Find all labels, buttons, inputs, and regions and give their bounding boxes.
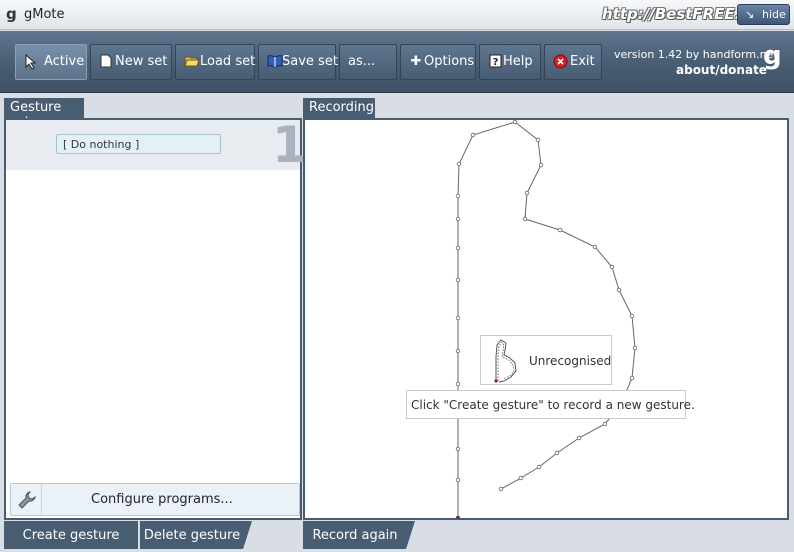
stroke-start-point — [455, 515, 461, 518]
hide-button[interactable]: ↘ hide — [737, 4, 790, 25]
new-document-icon — [99, 54, 113, 70]
load-set-button[interactable]: Load set — [175, 44, 255, 80]
exit-label: Exit — [570, 54, 595, 69]
open-folder-icon — [184, 54, 200, 70]
active-button[interactable]: Active — [15, 44, 87, 80]
gesture-canvas — [455, 120, 638, 518]
gesture-number: 1 — [272, 116, 307, 174]
version-text: version 1.42 by handform.net — [614, 48, 778, 61]
exit-button[interactable]: Exit — [544, 44, 602, 80]
new-set-button[interactable]: New set — [90, 44, 172, 80]
recognition-status: Unrecognised — [529, 354, 612, 368]
exit-icon — [553, 54, 568, 70]
help-button[interactable]: ? Help — [479, 44, 541, 80]
save-set-button[interactable]: Save set — [258, 44, 338, 80]
save-set-label: Save set — [282, 54, 338, 69]
gesture-row[interactable]: [ Do nothing ] 1 — [6, 116, 307, 174]
new-set-label: New set — [115, 54, 168, 69]
gesture-action[interactable]: [ Do nothing ] — [56, 134, 221, 154]
gesture-stroke — [457, 121, 636, 518]
recognition-result: Unrecognised — [480, 335, 612, 385]
gesture-set-tab: Gesture set — [4, 98, 84, 130]
recording-hint: Click "Create gesture" to record a new g… — [406, 390, 695, 419]
active-label: Active — [44, 54, 85, 69]
app-logo-icon: g — [6, 5, 17, 23]
recording-panel[interactable]: Unrecognised Click "Create gesture" to r… — [303, 118, 789, 520]
save-book-icon — [267, 54, 283, 70]
about-donate-link[interactable]: about/donate — [676, 63, 767, 77]
record-again-button[interactable]: Record again — [303, 521, 415, 549]
save-as-label: as... — [348, 54, 376, 69]
brand-logo-icon: g — [763, 41, 782, 71]
help-label: Help — [503, 54, 533, 69]
title-bar: g gMote http://BestFREE.ru ↘ hide — [0, 0, 794, 30]
help-icon: ? — [488, 54, 502, 70]
arrow-down-right-icon: ↘ — [745, 8, 755, 21]
save-as-button[interactable]: as... — [339, 44, 397, 80]
options-label: Options — [424, 54, 475, 69]
plus-icon: ✚ — [410, 54, 422, 69]
create-gesture-button[interactable]: Create gesture — [4, 521, 138, 549]
window-title: gMote — [24, 7, 65, 22]
cursor-icon — [24, 53, 38, 70]
gesture-points — [455, 120, 638, 492]
watermark: http://BestFREE.ru — [602, 5, 759, 23]
divider — [41, 484, 42, 515]
recording-tab: Recording — [303, 98, 375, 118]
svg-text:?: ? — [492, 57, 498, 68]
options-button[interactable]: ✚ Options — [400, 44, 476, 80]
wrench-icon — [17, 490, 37, 510]
configure-programs-button[interactable]: Configure programs... — [10, 483, 300, 516]
hide-label: hide — [762, 8, 786, 21]
load-set-label: Load set — [200, 54, 256, 69]
delete-gesture-button[interactable]: Delete gesture — [140, 521, 252, 549]
gesture-set-panel: [ Do nothing ] 1 Configure programs... — [4, 116, 307, 520]
gesture-thumbnail-icon — [494, 339, 517, 383]
configure-programs-label: Configure programs... — [91, 492, 233, 507]
toolbar: Active New set Load set Save set as... ✚… — [0, 31, 794, 93]
